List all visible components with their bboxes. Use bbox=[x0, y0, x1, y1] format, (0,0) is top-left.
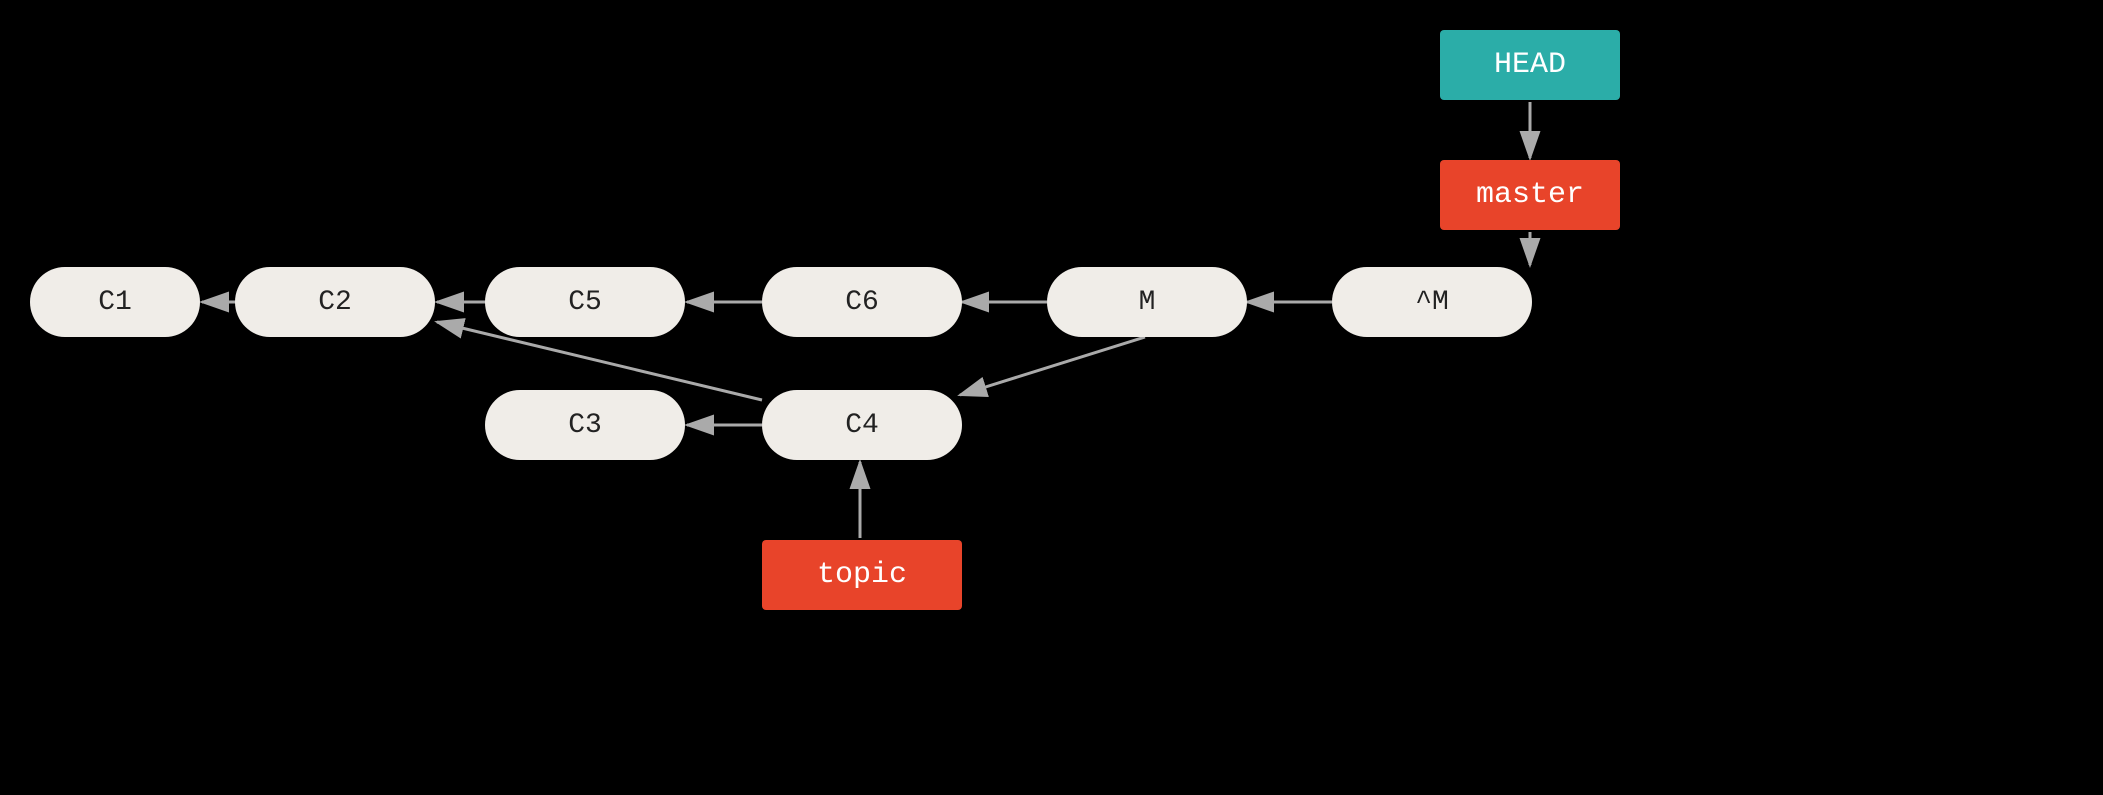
node-c3: C3 bbox=[485, 390, 685, 460]
node-m: M bbox=[1047, 267, 1247, 337]
diagram: C1 C2 C5 C6 M ^M C3 C4 HEAD master topic bbox=[0, 0, 2103, 795]
node-c1: C1 bbox=[30, 267, 200, 337]
node-cm: ^M bbox=[1332, 267, 1532, 337]
node-c6: C6 bbox=[762, 267, 962, 337]
node-c2: C2 bbox=[235, 267, 435, 337]
node-head: HEAD bbox=[1440, 30, 1620, 100]
node-master: master bbox=[1440, 160, 1620, 230]
node-c4: C4 bbox=[762, 390, 962, 460]
arrows-svg bbox=[0, 0, 2103, 795]
node-c5: C5 bbox=[485, 267, 685, 337]
node-topic: topic bbox=[762, 540, 962, 610]
